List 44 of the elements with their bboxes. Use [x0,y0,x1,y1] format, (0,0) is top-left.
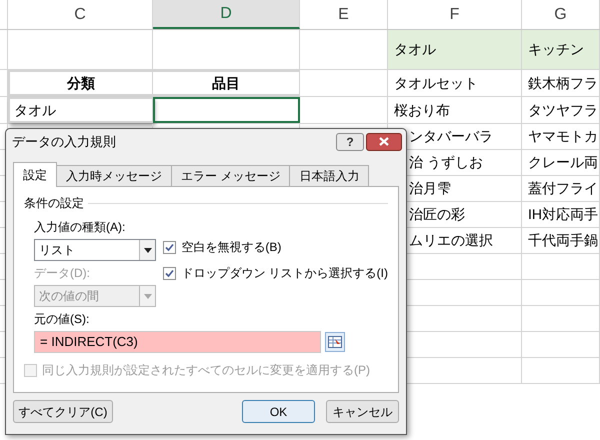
table-cell: 品目 [153,70,300,96]
table-cell: キッチン [522,30,600,69]
table-cell: 鉄木柄フラ [522,70,600,96]
column-header[interactable]: F [388,0,522,29]
field-label: 元の値(S): [33,311,90,328]
checkbox-label: 空白を無視する(B) [181,239,282,256]
cancel-button[interactable]: キャンセル [326,400,399,423]
table-cell: タオルセット [388,70,522,96]
window-title: データの入力規則 [12,132,117,151]
table-cell: タオル [388,30,522,69]
table-cell: タツヤフラ [522,97,600,123]
tab[interactable]: エラー メッセージ [171,165,290,186]
tab[interactable]: 設定 [13,162,57,187]
checkbox-label: 同じ入力規則が設定されたすべてのセルに変更を適用する(P) [42,362,370,379]
column-header[interactable]: E [300,0,388,29]
table-cell: 桜おり布 [388,97,522,123]
checkbox[interactable] [163,266,176,280]
range-select-icon[interactable] [325,332,345,352]
tab[interactable]: 日本語入力 [289,165,370,186]
help-button[interactable]: ? [336,132,364,150]
ok-button[interactable]: OK [242,400,315,423]
close-icon [379,137,389,146]
checkbox[interactable] [163,240,176,254]
table-cell: 蓋付フライ [522,176,600,201]
table-cell: タオル [8,97,153,123]
clear-all-button[interactable]: すべてクリア(C) [13,400,113,423]
check-icon [165,242,174,252]
tab[interactable]: 入力時メッセージ [56,165,172,186]
field-label: 入力値の種類(A): [34,219,126,236]
column-header[interactable]: G [522,0,600,29]
table-cell: ヤマモトカ [522,124,600,149]
source-field[interactable]: = INDIRECT(C3) [34,331,321,353]
group-title: 条件の設定 [24,195,84,212]
table-cell: 分類 [8,70,153,96]
selected-cell[interactable] [153,97,300,123]
table-cell: 千代両手鍋 [522,228,600,253]
close-button[interactable] [366,132,402,150]
check-icon [165,268,174,278]
dropdown[interactable]: リスト [34,239,156,261]
table-cell: IH対応両手 [522,202,600,227]
column-header[interactable]: D [153,0,300,29]
table-cell: クレール両 [522,150,600,175]
checkbox-label: ドロップダウン リストから選択する(I) [181,265,388,282]
field-label: データ(D): [34,265,91,282]
